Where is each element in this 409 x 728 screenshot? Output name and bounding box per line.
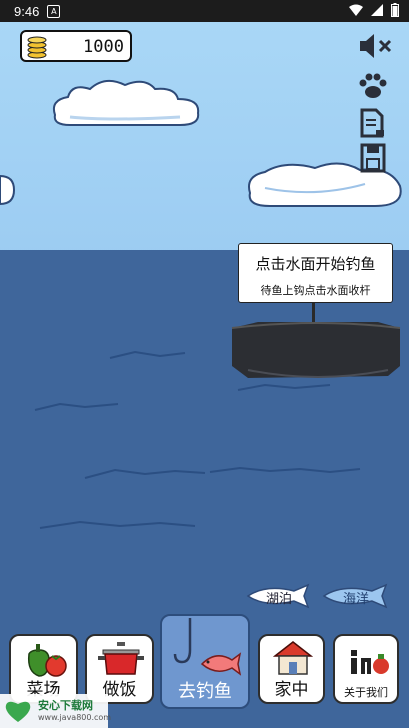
battery-icon	[391, 3, 399, 17]
cloud	[0, 174, 16, 206]
team-icon	[351, 650, 389, 674]
notification-icon: A	[47, 4, 61, 18]
location-label: 海洋	[342, 592, 369, 607]
location-ocean-button[interactable]: 海洋	[322, 583, 390, 609]
instruction-tooltip: 点击水面开始钓鱼 待鱼上钩点击水面收杆	[238, 243, 393, 303]
tooltip-subtitle: 待鱼上钩点击水面收杆	[260, 284, 371, 297]
watermark-logo-icon	[5, 701, 31, 722]
nav-label: 去钓鱼	[178, 681, 232, 702]
wifi-icon	[349, 4, 363, 16]
watermark-name: 安心下载网	[38, 699, 93, 712]
nav-label: 家中	[274, 680, 309, 700]
tooltip-title: 点击水面开始钓鱼	[255, 255, 376, 273]
coins-icon	[27, 36, 47, 59]
status-time: 9:46	[14, 3, 40, 19]
pot-icon	[98, 642, 144, 675]
paw-icon[interactable]	[358, 72, 388, 100]
coin-value: 1000	[83, 37, 124, 57]
house-icon	[273, 641, 313, 675]
watermark-url: www.java800.com	[38, 713, 112, 722]
fishing-hook-icon	[173, 618, 242, 676]
boat	[231, 300, 401, 378]
status-icons	[349, 3, 399, 17]
nav-home-button[interactable]: 家中	[258, 634, 325, 704]
nav-label: 关于我们	[344, 686, 388, 699]
sound-off-icon[interactable]	[358, 32, 394, 60]
watermark: 安心下载网 www.java800.com	[0, 694, 112, 728]
document-icon[interactable]	[360, 108, 386, 138]
status-bar: 9:46 A	[0, 0, 409, 22]
coin-counter: 1000	[20, 30, 132, 62]
location-lake-button[interactable]: 湖泊	[246, 583, 312, 609]
nav-about-button[interactable]: 关于我们	[333, 634, 399, 704]
cloud	[52, 79, 200, 126]
location-label: 湖泊	[265, 592, 292, 607]
signal-icon	[371, 4, 383, 16]
nav-fishing-button[interactable]: 去钓鱼	[160, 614, 250, 709]
save-icon[interactable]	[360, 143, 386, 173]
